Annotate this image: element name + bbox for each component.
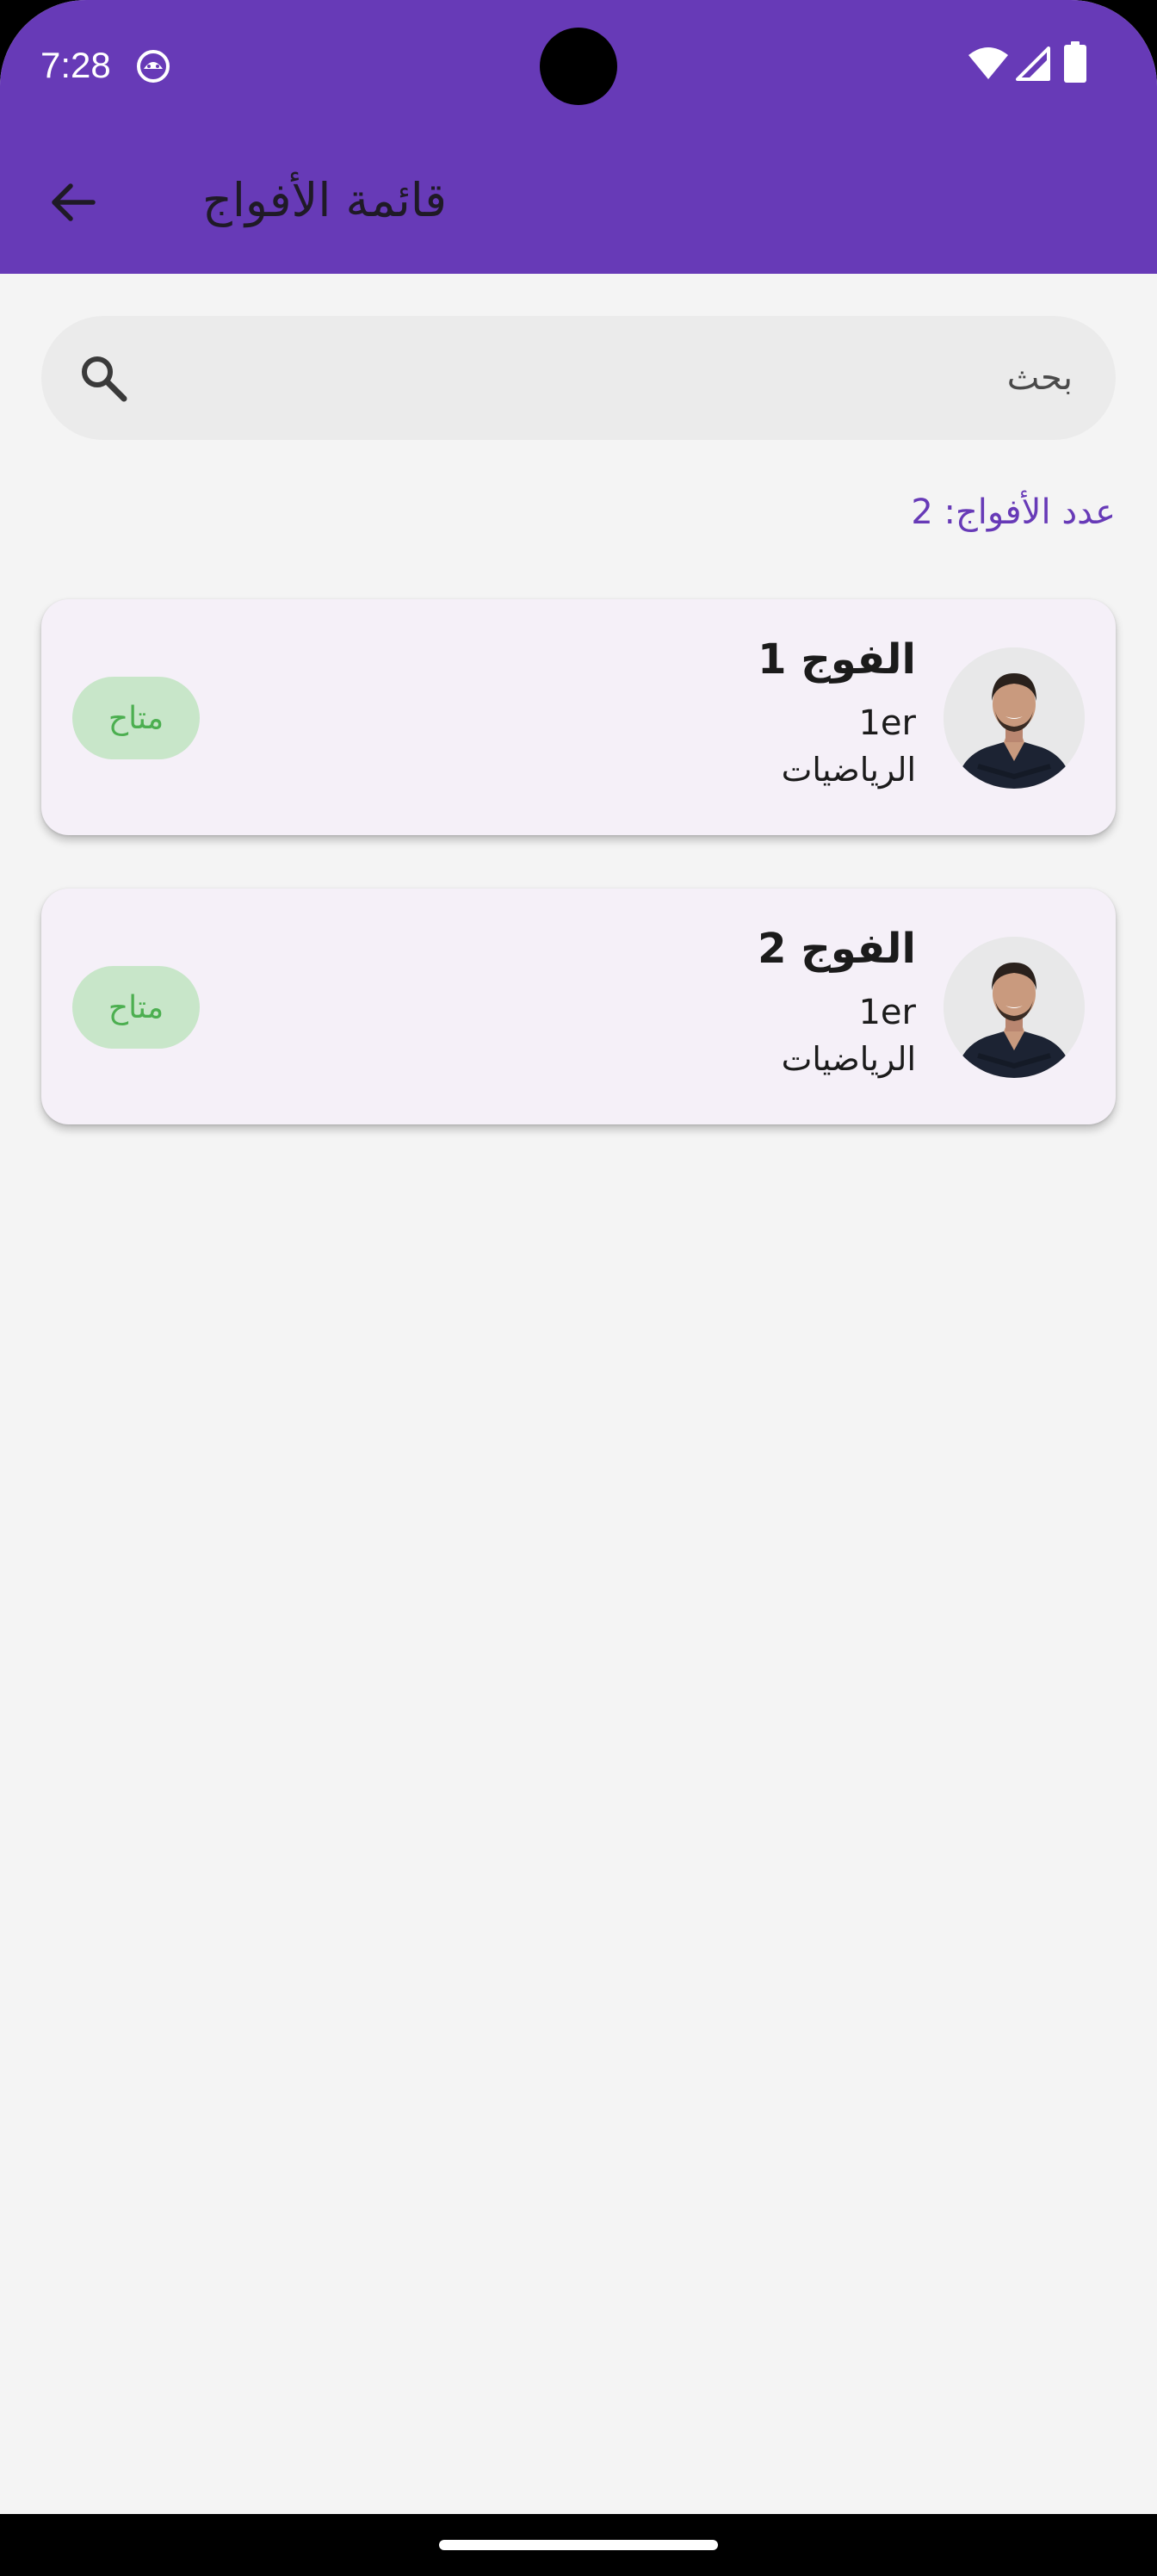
page-title: قائمة الأفواج <box>201 173 447 227</box>
camera-cutout <box>540 28 617 105</box>
person-portrait-icon <box>944 937 1085 1078</box>
group-level: 1er <box>858 703 916 743</box>
person-portrait-icon <box>944 647 1085 789</box>
top-app-bar: 7:28 قائمة الأفواج <box>0 0 1157 274</box>
group-name: الفوج 1 <box>758 635 916 684</box>
group-subject: الرياضيات <box>781 1040 916 1078</box>
search-placeholder: بحث <box>1006 358 1073 398</box>
status-time: 7:28 <box>40 45 111 85</box>
group-count-label: عدد الأفواج: 2 <box>911 492 1116 532</box>
wifi-icon <box>968 47 1008 79</box>
group-level: 1er <box>858 993 916 1032</box>
teacher-avatar <box>944 647 1085 789</box>
cell-signal-icon <box>1016 46 1050 81</box>
arrow-back-icon[interactable] <box>43 172 103 232</box>
group-subject: الرياضيات <box>781 751 916 789</box>
status-badge: متاح <box>72 966 200 1049</box>
app-screen: 7:28 قائمة الأفواج بحث عدد الأفواج: 2 ال… <box>0 0 1157 2514</box>
group-name: الفوج 2 <box>758 925 916 973</box>
search-icon[interactable] <box>77 352 129 404</box>
home-indicator[interactable] <box>439 2540 718 2550</box>
battery-icon <box>1064 41 1086 83</box>
status-badge: متاح <box>72 677 200 759</box>
search-field[interactable]: بحث <box>41 316 1116 440</box>
android-bot-icon <box>137 50 170 83</box>
group-card[interactable]: الفوج 1 1er الرياضيات متاح <box>41 599 1116 835</box>
teacher-avatar <box>944 937 1085 1078</box>
group-card[interactable]: الفوج 2 1er الرياضيات متاح <box>41 889 1116 1124</box>
